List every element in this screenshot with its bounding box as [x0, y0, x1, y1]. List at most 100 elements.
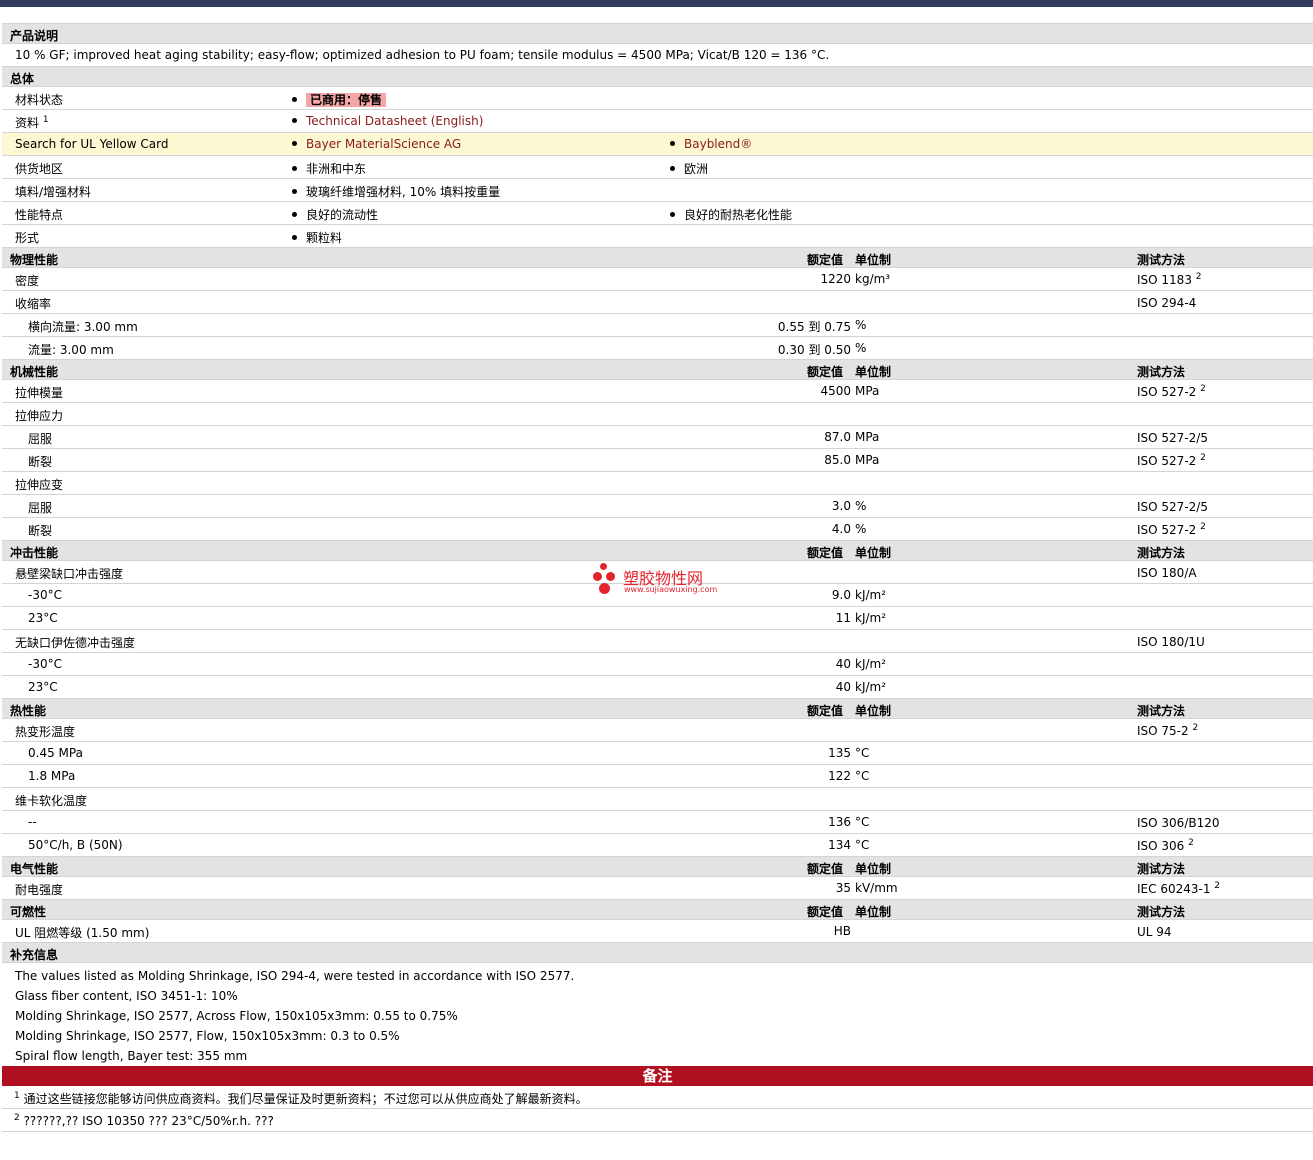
- section-title: 可燃性: [10, 905, 47, 919]
- section-title: 总体: [10, 72, 35, 86]
- header-value: 额定值: [807, 365, 844, 379]
- datasheet-link[interactable]: Technical Datasheet (English): [306, 114, 483, 128]
- property-row: 维卡软化温度: [2, 787, 1313, 810]
- property-value: 4.0: [831, 522, 851, 536]
- property-row: 0.45 MPa 135 °C: [2, 741, 1313, 764]
- section-header-flammability: 可燃性 额定值 单位制 测试方法: [2, 899, 1313, 919]
- footnote-ref: 2: [1214, 881, 1221, 891]
- row-label: 性能特点: [15, 208, 64, 222]
- row-label: 材料状态: [15, 93, 64, 107]
- property-label: -30°C: [28, 588, 62, 602]
- header-unit: 单位制: [855, 905, 892, 919]
- section-title: 机械性能: [10, 365, 59, 379]
- section-header-impact: 冲击性能 额定值 单位制 测试方法: [2, 540, 1313, 560]
- footnote-ref: 1: [42, 115, 49, 125]
- property-label: 1.8 MPa: [28, 769, 76, 783]
- property-label: 23°C: [28, 680, 58, 694]
- footnote-text: 通过这些链接您能够访问供应商资料。我们尽量保证及时更新资料；不过您可以从供应商处…: [23, 1092, 588, 1106]
- header-value: 额定值: [807, 546, 844, 560]
- property-row: 屈服 3.0% ISO 527-2/5: [2, 494, 1313, 517]
- note-line: Glass fiber content, ISO 3451-1: 10%: [15, 989, 238, 1003]
- filler-value: 玻璃纤维增强材料, 10% 填料按重量: [306, 185, 501, 199]
- property-value: HB: [833, 924, 851, 938]
- property-unit: kV/mm: [855, 881, 898, 895]
- property-row: 23°C 40 kJ/m²: [2, 675, 1313, 698]
- property-value: 0.55 到 0.75: [777, 320, 851, 334]
- test-method: ISO 306: [1137, 839, 1185, 853]
- property-row: 拉伸应变: [2, 471, 1313, 494]
- bullet-icon: [292, 166, 297, 171]
- header-unit: 单位制: [855, 253, 892, 267]
- property-label: 横向流量: 3.00 mm: [28, 320, 138, 334]
- property-value: 40: [835, 657, 851, 671]
- property-row: 断裂 4.0% ISO 527-2 2: [2, 517, 1313, 540]
- supplier-link[interactable]: Bayer MaterialScience AG: [306, 137, 461, 151]
- section-title: 补充信息: [10, 948, 59, 962]
- property-unit: MPa: [855, 384, 880, 398]
- property-row: 收缩率 ISO 294-4: [2, 290, 1313, 313]
- property-value: 40: [835, 680, 851, 694]
- section-header-electrical: 电气性能 额定值 单位制 测试方法: [2, 856, 1313, 876]
- row-label: 资料: [15, 116, 40, 130]
- header-test-method: 测试方法: [1137, 365, 1186, 379]
- property-value: 134: [828, 838, 851, 852]
- property-row: -- 136 °C ISO 306/B120: [2, 810, 1313, 833]
- bullet-icon: [670, 212, 675, 217]
- header-unit: 单位制: [855, 365, 892, 379]
- ul-yellow-card-row: Search for UL Yellow Card Bayer Material…: [2, 132, 1313, 155]
- bullet-icon: [292, 212, 297, 217]
- property-unit: %: [855, 341, 867, 355]
- test-method: ISO 294-4: [1137, 296, 1197, 310]
- property-label: 热变形温度: [15, 725, 76, 739]
- footnote-ref: 2: [1200, 453, 1206, 463]
- footnote-number: 1: [14, 1091, 20, 1101]
- property-unit: %: [855, 499, 867, 513]
- top-banner: [0, 0, 1313, 7]
- property-label: 收缩率: [15, 297, 52, 311]
- watermark-logo: 塑胶物性网 www.sujiaowuxing.com: [593, 562, 733, 598]
- property-row: UL 阻燃等级 (1.50 mm) HB UL 94: [2, 919, 1313, 942]
- property-label: 屈服: [28, 432, 53, 446]
- property-label: --: [28, 815, 37, 829]
- property-row: 密度 1220 kg/m³ ISO 1183 2: [2, 267, 1313, 290]
- bullet-icon: [292, 235, 297, 240]
- property-row: 屈服 87.0 MPa ISO 527-2/5: [2, 425, 1313, 448]
- section-title: 产品说明: [10, 29, 59, 43]
- property-row: 1.8 MPa 122 °C: [2, 764, 1313, 787]
- test-method: ISO 527-2/5: [1137, 431, 1208, 445]
- documents-row: 资料 1 Technical Datasheet (English): [2, 109, 1313, 132]
- property-row: 拉伸应力: [2, 402, 1313, 425]
- header-test-method: 测试方法: [1137, 253, 1186, 267]
- property-unit: °C: [855, 815, 870, 829]
- features-row: 性能特点 良好的流动性 良好的耐热老化性能: [2, 201, 1313, 224]
- note-line: The values listed as Molding Shrinkage, …: [15, 969, 575, 983]
- property-label: 流量: 3.00 mm: [28, 343, 114, 357]
- property-label: -30°C: [28, 657, 62, 671]
- test-method: ISO 527-2: [1137, 454, 1197, 468]
- section-header-supplementary: 补充信息: [2, 942, 1313, 962]
- property-unit: MPa: [855, 453, 880, 467]
- note-line: Spiral flow length, Bayer test: 355 mm: [15, 1049, 248, 1063]
- property-label: UL 阻燃等级 (1.50 mm): [15, 926, 150, 940]
- test-method: ISO 1183: [1137, 273, 1192, 287]
- property-row: 23°C 11 kJ/m²: [2, 606, 1313, 629]
- brand-link[interactable]: Bayblend®: [684, 137, 752, 151]
- form-row: 形式 颗粒料: [2, 224, 1313, 247]
- property-value: 4500: [820, 384, 851, 398]
- property-unit: %: [855, 318, 867, 332]
- row-label: 填料/增强材料: [15, 185, 92, 199]
- note-line: Molding Shrinkage, ISO 2577, Flow, 150x1…: [15, 1029, 400, 1043]
- logo-dot-icon: [593, 572, 602, 581]
- header-test-method: 测试方法: [1137, 862, 1186, 876]
- property-row: 拉伸模量 4500 MPa ISO 527-2 2: [2, 379, 1313, 402]
- ul-search-link[interactable]: Search for UL Yellow Card: [15, 137, 168, 151]
- property-row: 50°C/h, B (50N) 134 °C ISO 306 2: [2, 833, 1313, 856]
- header-value: 额定值: [807, 862, 844, 876]
- property-unit: kJ/m²: [855, 611, 887, 625]
- status-badge: 已商用：停售: [306, 93, 387, 107]
- row-label: 供货地区: [15, 162, 64, 176]
- footnote-number: 2: [14, 1113, 20, 1123]
- property-unit: °C: [855, 746, 870, 760]
- test-method: UL 94: [1137, 925, 1172, 939]
- bullet-icon: [670, 166, 675, 171]
